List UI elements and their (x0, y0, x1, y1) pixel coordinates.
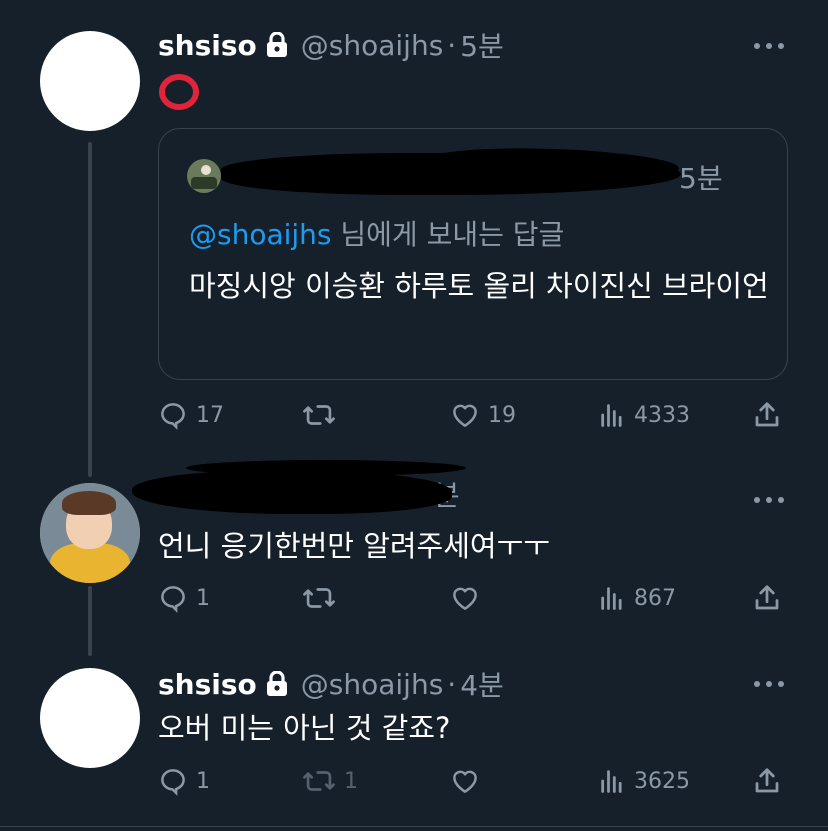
tweet-text: 언니 응기한번만 알려주세여ㅜㅜ (158, 529, 550, 563)
share-button[interactable] (752, 766, 782, 796)
separator-dot: · (447, 28, 457, 62)
retweet-button[interactable]: 1 (302, 766, 358, 796)
reply-count: 1 (196, 585, 210, 611)
share-icon (755, 402, 779, 427)
quoted-tweet[interactable]: 5분 @shoaijhs 님에게 보내는 답글 마징시앙 이승환 하루토 올리 … (158, 128, 788, 380)
views-button[interactable]: 4333 (598, 400, 690, 430)
quoted-timestamp[interactable]: 5분 (679, 157, 723, 197)
heart-icon (453, 404, 477, 427)
reply-icon (161, 403, 185, 430)
share-button[interactable] (752, 400, 782, 430)
view-count: 4333 (634, 402, 690, 428)
thread-line (88, 142, 92, 477)
display-name[interactable]: shsiso (158, 668, 257, 701)
reply-button[interactable]: 1 (158, 766, 210, 796)
hollow-red-circle-icon (159, 74, 199, 110)
user-handle[interactable]: @shoaijhs (301, 668, 444, 701)
reply-count: 17 (196, 402, 224, 428)
share-icon (755, 768, 779, 793)
reply-to-line: @shoaijhs 님에게 보내는 답글 (189, 213, 564, 253)
retweet-button[interactable] (302, 583, 344, 613)
views-chart-icon (601, 404, 622, 427)
timestamp[interactable]: 4분 (460, 664, 504, 704)
tweet-header: shsiso @shoaijhs · 5분 (158, 25, 504, 65)
quoted-text: 마징시앙 이승환 하루토 올리 차이진신 브라이언 (189, 269, 769, 303)
retweet-icon (303, 405, 335, 425)
reply-suffix: 님에게 보내는 답글 (331, 218, 565, 251)
tweet-3[interactable]: shsiso @shoaijhs · 4분 오버 미는 아닌 것 같죠? 1 1… (0, 640, 828, 826)
like-button[interactable] (450, 766, 488, 796)
retweet-icon (303, 588, 335, 608)
more-options-icon[interactable] (754, 496, 784, 504)
redacted-author (132, 470, 452, 514)
action-bar: 1 867 (158, 578, 784, 618)
retweet-icon (303, 771, 335, 791)
tweet-1[interactable]: shsiso @shoaijhs · 5분 ⭕ 5분 @shoaijhs 님에게… (0, 0, 828, 477)
reply-button[interactable]: 1 (158, 583, 210, 613)
tweet-2[interactable]: 1분 언니 응기한번만 알려주세여ㅜㅜ 1 867 (0, 440, 828, 656)
more-options-icon[interactable] (754, 42, 784, 50)
reply-mention[interactable]: @shoaijhs (189, 218, 332, 251)
timestamp[interactable]: 5분 (460, 25, 504, 65)
separator-dot: · (447, 667, 457, 701)
reply-button[interactable]: 17 (158, 400, 224, 430)
retweet-count: 1 (344, 768, 358, 794)
divider (0, 826, 828, 827)
retweet-button[interactable] (302, 400, 344, 430)
action-bar: 1 1 3625 (158, 761, 784, 801)
heart-icon (453, 587, 477, 610)
heart-icon (453, 770, 477, 793)
quoted-avatar[interactable] (187, 159, 221, 193)
views-chart-icon (601, 770, 622, 793)
lock-icon (265, 671, 289, 697)
action-bar: 17 19 4333 (158, 395, 784, 435)
reply-icon (161, 769, 185, 796)
views-chart-icon (601, 587, 622, 610)
reply-count: 1 (196, 768, 210, 794)
views-button[interactable]: 3625 (598, 766, 690, 796)
like-button[interactable] (450, 583, 488, 613)
profile-photo-avatar[interactable] (40, 483, 140, 583)
views-button[interactable]: 867 (598, 583, 676, 613)
tweet-header: shsiso @shoaijhs · 4분 (158, 664, 504, 704)
share-button[interactable] (752, 583, 782, 613)
avatar[interactable] (40, 31, 140, 131)
lock-icon (265, 32, 289, 58)
share-icon (755, 585, 779, 610)
more-options-icon[interactable] (754, 680, 784, 688)
reply-icon (161, 586, 185, 613)
tweet-text: 오버 미는 아닌 것 같죠? (158, 711, 451, 745)
display-name[interactable]: shsiso (158, 29, 257, 62)
tweet-text: ⭕ (158, 72, 202, 112)
like-count: 19 (488, 402, 516, 428)
user-handle[interactable]: @shoaijhs (301, 29, 444, 62)
like-button[interactable]: 19 (450, 400, 516, 430)
view-count: 3625 (634, 768, 690, 794)
avatar[interactable] (40, 668, 140, 768)
view-count: 867 (634, 585, 676, 611)
